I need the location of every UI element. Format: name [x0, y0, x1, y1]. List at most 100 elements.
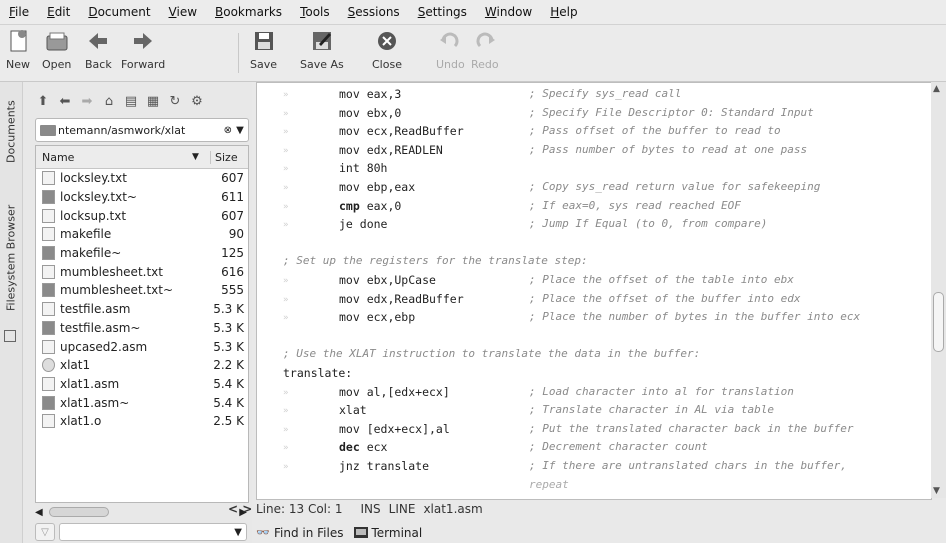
file-row[interactable]: xlat1.o 2.5 K: [36, 412, 248, 431]
menu-tools[interactable]: Tools: [291, 5, 339, 19]
path-combobox[interactable]: ntemann/asmwork/xlat ⊗ ▼: [35, 118, 249, 142]
sidebar-horizontal-scrollbar[interactable]: ◀ ▶: [35, 505, 247, 519]
settings-icon[interactable]: ⚙: [189, 93, 205, 109]
file-name: locksup.txt: [60, 208, 127, 223]
code-line: » mov edx,READLEN ; Pass number of bytes t…: [257, 143, 931, 162]
back-button[interactable]: Back: [85, 29, 112, 71]
forward-arrow-icon[interactable]: ➡: [79, 93, 95, 109]
menu-bar: File Edit Document View Bookmarks Tools Sessio…: [0, 0, 946, 25]
file-row[interactable]: upcased2.asm 5.3 K: [36, 337, 248, 356]
menu-help[interactable]: Help: [541, 5, 586, 19]
tab-filesystem-browser[interactable]: Filesystem Browser: [2, 190, 20, 326]
tab-marker: »: [283, 108, 289, 119]
filter-combobox[interactable]: ▼: [59, 523, 247, 541]
scroll-thumb[interactable]: [48, 507, 109, 517]
file-row[interactable]: mumblesheet.txt~ 555: [36, 281, 248, 300]
close-button[interactable]: Close: [372, 29, 402, 71]
filter-row: ▽ ▼: [35, 522, 247, 542]
file-icon: [42, 376, 55, 391]
chevron-down-icon[interactable]: ▼: [232, 125, 248, 136]
file-rows: locksley.txt 607 locksley.txt~ 611 locksup.t…: [36, 169, 248, 431]
code-editor[interactable]: » mov eax,3 ; Specify sys_read call » mov eb…: [256, 82, 932, 500]
instruction: xlat: [339, 403, 367, 417]
scroll-up-icon[interactable]: ▲: [933, 84, 940, 94]
clear-path-icon[interactable]: ⊗: [224, 125, 232, 136]
file-name: locksley.txt~: [60, 190, 137, 205]
menu-settings[interactable]: Settings: [409, 5, 476, 19]
file-row[interactable]: locksley.txt~ 611: [36, 188, 248, 207]
comment-line: ; Use the XLAT instruction to translate …: [283, 347, 701, 361]
file-size: 5.3 K: [213, 320, 244, 335]
file-name: upcased2.asm: [60, 339, 148, 354]
editor-vertical-scrollbar[interactable]: ▲ ▼: [931, 82, 946, 498]
cursor-position: Line: 13 Col: 1: [256, 502, 343, 516]
forward-button[interactable]: Forward: [121, 29, 165, 71]
open-button[interactable]: Open: [42, 29, 71, 71]
file-name: mumblesheet.txt~: [60, 283, 174, 298]
filesystem-browser: ⬆ ⬅ ➡ ⌂ ▤ ▦ ↻ ⚙ ntemann/asmwork/xlat ⊗ ▼…: [23, 82, 252, 543]
file-row[interactable]: locksup.txt 607: [36, 206, 248, 225]
save-as-button[interactable]: Save As: [300, 29, 344, 71]
column-name[interactable]: Name: [36, 151, 192, 164]
redo-button[interactable]: Redo: [471, 29, 499, 71]
detail-view-icon[interactable]: ▦: [145, 93, 161, 109]
insert-mode[interactable]: INS: [361, 502, 381, 516]
nav-arrows[interactable]: < >: [228, 502, 252, 516]
arrow-left-icon: [86, 29, 110, 53]
code-line: ; Use the XLAT instruction to translate …: [257, 347, 931, 366]
menu-window[interactable]: Window: [476, 5, 541, 19]
filter-icon[interactable]: ▽: [35, 523, 55, 541]
scroll-track[interactable]: [47, 507, 236, 517]
menu-edit[interactable]: Edit: [38, 5, 79, 19]
selection-mode[interactable]: LINE: [389, 502, 416, 516]
file-row[interactable]: makefile 90: [36, 225, 248, 244]
tab-find-in-files[interactable]: 👓 Find in Files: [256, 526, 343, 540]
terminal-label: Terminal: [371, 525, 423, 540]
code-line: » mov ebx,UpCase ; Place the offset of the…: [257, 273, 931, 292]
tab-documents[interactable]: Documents: [2, 88, 20, 176]
file-row[interactable]: makefile~ 125: [36, 244, 248, 263]
file-row[interactable]: testfile.asm~ 5.3 K: [36, 319, 248, 338]
menu-bookmarks[interactable]: Bookmarks: [206, 5, 291, 19]
up-arrow-icon[interactable]: ⬆: [35, 93, 51, 109]
file-row[interactable]: xlat1 2.2 K: [36, 356, 248, 375]
undo-button[interactable]: Undo: [436, 29, 465, 71]
file-icon: [42, 339, 55, 354]
scroll-down-icon[interactable]: ▼: [933, 486, 940, 496]
code-comment: ; Place the offset of the table into ebx: [529, 273, 794, 286]
code-line: » je done ; Jump If Equal (to 0, from comp…: [257, 217, 931, 236]
instruction: mov ebx,UpCase: [339, 273, 436, 287]
new-button[interactable]: New: [6, 29, 30, 71]
menu-view[interactable]: View: [160, 5, 206, 19]
tab-marker: »: [283, 127, 289, 138]
instruction: cmp eax,0: [339, 199, 401, 213]
save-as-label: Save As: [300, 58, 344, 71]
tab-terminal[interactable]: Terminal: [353, 525, 423, 540]
file-row[interactable]: xlat1.asm 5.4 K: [36, 375, 248, 394]
code-line: » mov ebx,0 ; Specify File Descriptor 0: S…: [257, 106, 931, 125]
undo-icon: [438, 29, 462, 53]
file-row[interactable]: locksley.txt 607: [36, 169, 248, 188]
menu-sessions[interactable]: Sessions: [339, 5, 409, 19]
column-size[interactable]: Size: [210, 150, 248, 164]
back-arrow-icon[interactable]: ⬅: [57, 93, 73, 109]
save-button[interactable]: Save: [250, 29, 277, 71]
sync-icon[interactable]: ↻: [167, 93, 183, 109]
scroll-thumb[interactable]: [933, 292, 944, 352]
file-row[interactable]: testfile.asm 5.3 K: [36, 300, 248, 319]
file-row[interactable]: xlat1.asm~ 5.4 K: [36, 393, 248, 412]
code-line: » mov [edx+ecx],al ; Put the translated ch…: [257, 422, 931, 441]
scroll-left-icon[interactable]: ◀: [35, 507, 43, 518]
home-icon[interactable]: ⌂: [101, 93, 117, 109]
code-comment: ; Copy sys_read return value for safekee…: [529, 180, 821, 193]
menu-file[interactable]: File: [0, 5, 38, 19]
menu-document[interactable]: Document: [79, 5, 159, 19]
file-row[interactable]: mumblesheet.txt 616: [36, 262, 248, 281]
code-line: » dec ecx ; Decrement character count: [257, 440, 931, 459]
short-view-icon[interactable]: ▤: [123, 93, 139, 109]
operands: int 80h: [339, 161, 388, 176]
path-text: ntemann/asmwork/xlat: [58, 123, 186, 137]
operands: mov edx,READLEN: [339, 142, 443, 157]
file-size: 90: [228, 227, 244, 242]
